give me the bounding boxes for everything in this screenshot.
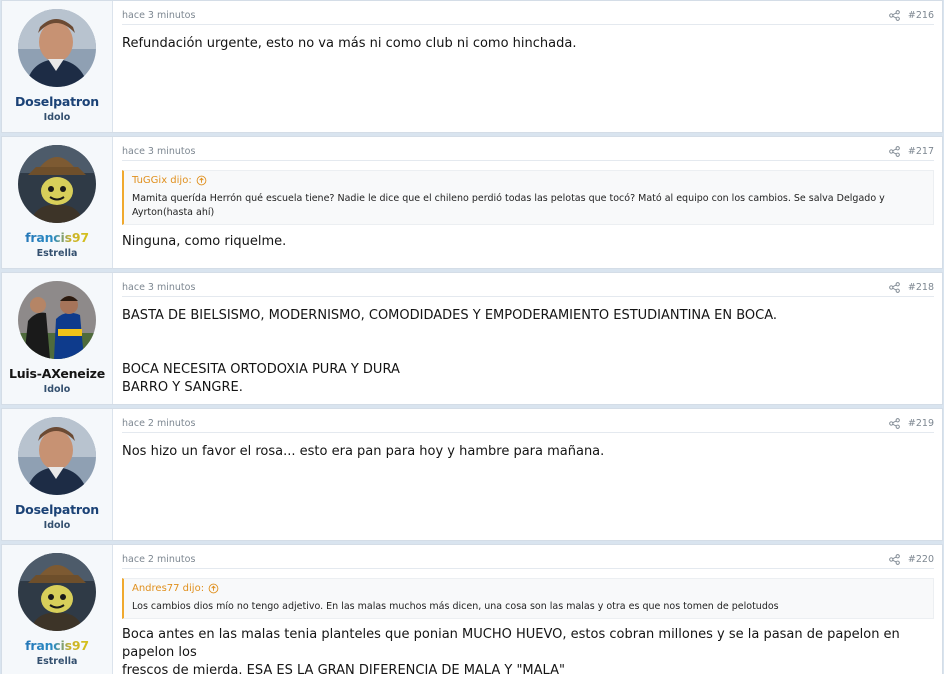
- post-body: BASTA DE BIELSISMO, MODERNISMO, COMODIDA…: [122, 297, 934, 397]
- post-time[interactable]: hace 3 minutos: [122, 146, 195, 157]
- username[interactable]: Doselpatron: [15, 94, 99, 109]
- arrow-up-circle-icon[interactable]: [208, 583, 219, 594]
- post-main: hace 3 minutos #216 Refundación urgente,…: [113, 1, 942, 132]
- post-text-line: Refundación urgente, esto no va más ni c…: [122, 36, 577, 51]
- quote-author[interactable]: TuGGix dijo:: [132, 175, 192, 186]
- post-time[interactable]: hace 2 minutos: [122, 554, 195, 565]
- post-header: hace 3 minutos #217: [122, 137, 934, 161]
- quote-header[interactable]: TuGGix dijo:: [124, 171, 933, 190]
- arrow-up-circle-icon[interactable]: [196, 175, 207, 186]
- username[interactable]: Luis-AXeneize: [9, 366, 105, 381]
- post-main: hace 2 minutos #219 Nos hizo un favor el…: [113, 409, 942, 540]
- post-216: Doselpatron Idolo hace 3 minutos #216 Re…: [1, 0, 943, 133]
- post-user-cell: Doselpatron Idolo: [2, 1, 113, 132]
- avatar[interactable]: [18, 281, 96, 359]
- post-header: hace 2 minutos #219: [122, 409, 934, 433]
- username[interactable]: francis97: [25, 230, 89, 245]
- username-text[interactable]: francis97: [25, 638, 89, 653]
- post-user-cell: Luis-AXeneize Idolo: [2, 273, 113, 404]
- avatar[interactable]: [18, 553, 96, 631]
- quote-block: TuGGix dijo: Mamita querída Herrón qué e…: [122, 170, 934, 225]
- share-icon[interactable]: [889, 10, 900, 21]
- post-text-line: BASTA DE BIELSISMO, MODERNISMO, COMODIDA…: [122, 308, 778, 323]
- post-220: francis97 Estrella hace 2 minutos #220 A…: [1, 544, 943, 674]
- post-text-line: BARRO Y SANGRE.: [122, 380, 243, 395]
- post-body: Refundación urgente, esto no va más ni c…: [122, 25, 934, 53]
- user-title: Estrella: [36, 248, 78, 259]
- avatar[interactable]: [18, 417, 96, 495]
- post-text-line: [122, 325, 934, 343]
- post-number[interactable]: #220: [908, 554, 934, 565]
- avatar[interactable]: [18, 145, 96, 223]
- quote-header[interactable]: Andres77 dijo:: [124, 579, 933, 598]
- post-user-cell: francis97 Estrella: [2, 545, 113, 674]
- post-number[interactable]: #217: [908, 146, 934, 157]
- post-header: hace 3 minutos #218: [122, 273, 934, 297]
- post-text-spacer: [122, 343, 934, 361]
- post-number[interactable]: #219: [908, 418, 934, 429]
- quote-text: Los cambios dios mío no tengo adjetivo. …: [132, 601, 779, 612]
- post-user-cell: francis97 Estrella: [2, 137, 113, 268]
- post-218: Luis-AXeneize Idolo hace 3 minutos #218 …: [1, 272, 943, 405]
- user-title: Estrella: [36, 656, 78, 667]
- post-number[interactable]: #218: [908, 282, 934, 293]
- post-time[interactable]: hace 3 minutos: [122, 282, 195, 293]
- post-main: hace 3 minutos #217 TuGGix dijo: Mamita …: [113, 137, 942, 268]
- post-text-line: Ninguna, como riquelme.: [122, 234, 287, 249]
- avatar[interactable]: [18, 9, 96, 87]
- post-number[interactable]: #216: [908, 10, 934, 21]
- post-user-cell: Doselpatron Idolo: [2, 409, 113, 540]
- post-time[interactable]: hace 3 minutos: [122, 10, 195, 21]
- share-icon[interactable]: [889, 418, 900, 429]
- post-body: Nos hizo un favor el rosa... esto era pa…: [122, 433, 934, 461]
- username[interactable]: Doselpatron: [15, 502, 99, 517]
- post-body: Ninguna, como riquelme.: [122, 225, 934, 251]
- post-219: Doselpatron Idolo hace 2 minutos #219 No…: [1, 408, 943, 541]
- post-header: hace 2 minutos #220: [122, 545, 934, 569]
- post-main: hace 3 minutos #218 BASTA DE BIELSISMO, …: [113, 273, 942, 404]
- quote-block: Andres77 dijo: Los cambios dios mío no t…: [122, 578, 934, 619]
- thread: Doselpatron Idolo hace 3 minutos #216 Re…: [0, 0, 944, 674]
- share-icon[interactable]: [889, 282, 900, 293]
- post-text-line: Boca antes en las malas tenia planteles …: [122, 627, 900, 660]
- post-text-line: BOCA NECESITA ORTODOXIA PURA Y DURA: [122, 362, 400, 377]
- user-title: Idolo: [43, 520, 71, 531]
- post-time[interactable]: hace 2 minutos: [122, 418, 195, 429]
- share-icon[interactable]: [889, 146, 900, 157]
- post-main: hace 2 minutos #220 Andres77 dijo: Los c…: [113, 545, 942, 674]
- user-title: Idolo: [43, 112, 71, 123]
- post-body: Boca antes en las malas tenia planteles …: [122, 619, 934, 674]
- post-text-line: frescos de mierda. ESA ES LA GRAN DIFERE…: [122, 663, 565, 674]
- quote-author[interactable]: Andres77 dijo:: [132, 583, 204, 594]
- post-header: hace 3 minutos #216: [122, 1, 934, 25]
- post-217: francis97 Estrella hace 3 minutos #217 T…: [1, 136, 943, 269]
- username-text[interactable]: francis97: [25, 230, 89, 245]
- user-title: Idolo: [43, 384, 71, 395]
- share-icon[interactable]: [889, 554, 900, 565]
- post-text-line: Nos hizo un favor el rosa... esto era pa…: [122, 444, 605, 459]
- quote-text: Mamita querída Herrón qué escuela tiene?…: [132, 193, 885, 218]
- username[interactable]: francis97: [25, 638, 89, 653]
